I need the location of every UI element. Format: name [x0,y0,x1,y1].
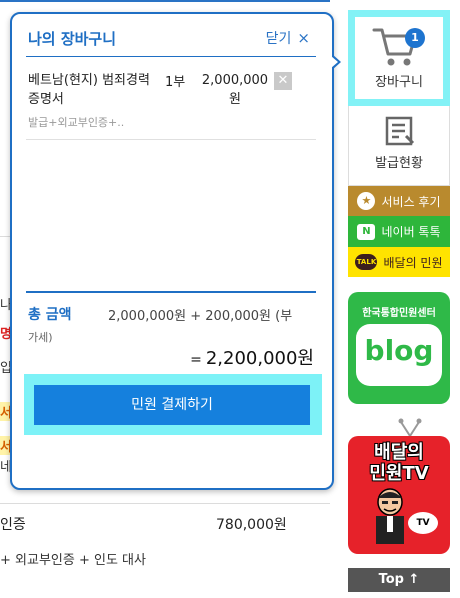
service-review-button[interactable]: ★ 서비스 후기 [348,186,450,216]
grand-total-value: 2,200,000원 [205,348,314,369]
equals-sign: = [190,352,202,368]
close-button[interactable]: 닫기 × [266,28,310,48]
document-list-icon [385,116,415,146]
kakao-talk-button[interactable]: TALK 배달의 민원 [348,247,450,277]
cart-popup: 나의 장바구니 닫기 × 베트남(현지) 범죄경력증명서 1부 2,000,00… [10,12,334,490]
service-review-label: 서비스 후기 [381,194,441,209]
popup-pointer-inner [331,56,338,68]
close-label: 닫기 [265,31,292,47]
star-icon: ★ [357,192,376,210]
scroll-top-button[interactable]: Top ↑ [348,568,450,592]
tv-antenna-icon [398,418,422,437]
total-label: 총 금액 [28,307,72,323]
tv-title-line-1: 배달의 [374,442,424,463]
naver-talk-label: 네이버 톡톡 [381,225,441,239]
total-note: 가세) [28,331,53,344]
issue-status-label: 발급현황 [375,156,423,171]
header-divider [26,56,316,57]
cart-tab-label: 장바구니 [375,75,423,90]
total-divider [26,291,316,293]
tv-speech-badge: TV [408,512,438,534]
kakao-talk-label: 배달의 민원 [383,255,443,270]
grand-total: = 2,200,000원 [190,344,314,370]
background-divider [0,503,330,504]
cart-item-quantity: 1부 [165,75,186,90]
total-sum: 2,000,000원 + 200,000원 (부 [108,309,293,324]
chat-bubble-icon: N [357,223,376,240]
item-divider [26,139,316,140]
remove-item-icon[interactable]: ✕ [274,72,292,90]
close-icon: × [297,29,310,47]
cart-title: 나의 장바구니 [28,30,117,48]
tv-banner-title: 배달의 민원TV [348,442,450,484]
cart-count-badge: 1 [405,28,425,48]
blog-banner-title: 한국통합민원센터 [362,308,436,319]
background-top-border [0,0,330,10]
tv-title-line-2: 민원TV [369,463,429,484]
mascot-character-icon [376,488,404,544]
background-product-options: + 외교부인증 + 인도 대사 [0,553,146,568]
kakao-talk-icon: TALK [355,254,378,270]
naver-talk-button[interactable]: N 네이버 톡톡 [348,216,450,247]
cart-item-options: 발급+외교부인증+.. [28,116,125,129]
blog-logo-text: blog [364,334,434,367]
pay-button[interactable]: 민원 결제하기 [34,385,310,425]
cart-item-name: 베트남(현지) 범죄경력증명서 [28,73,150,107]
cart-item-price: 2,000,000원 [201,73,269,107]
background-product-price: 780,000원 [216,517,287,533]
background-product-title[interactable]: 인증 [0,514,26,534]
